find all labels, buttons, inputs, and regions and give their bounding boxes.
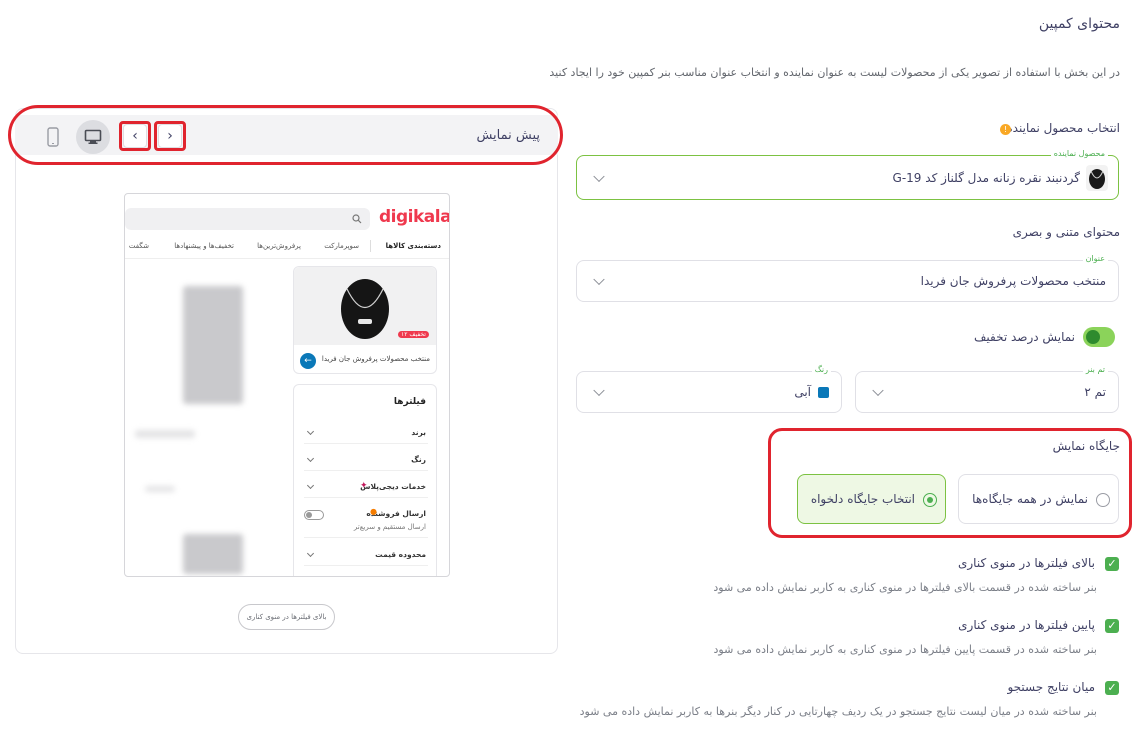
mock-nav-supermarket: سوپرمارکت	[324, 242, 359, 250]
plus-icon: ✦	[360, 481, 368, 491]
product-thumbnail	[1086, 165, 1108, 191]
mock-divider	[304, 497, 428, 498]
title-field-legend: عنوان	[1082, 254, 1108, 263]
chevron-down-icon	[306, 427, 315, 436]
content-heading: محتوای متنی و بصری	[1012, 225, 1120, 239]
position-3-title: میان نتایج جستجو	[1007, 680, 1095, 694]
position-1-desc: بنر ساخته شده در قسمت بالای فیلترها در م…	[713, 581, 1097, 594]
mock-blurred-text	[135, 430, 195, 438]
position-2-desc: بنر ساخته شده در قسمت پایین فیلترها در م…	[713, 643, 1097, 656]
mock-filter-plus: خدمات دیجی‌پلاس	[360, 482, 426, 491]
mock-search-bar	[125, 208, 370, 230]
mobile-view-button[interactable]	[47, 127, 59, 150]
position-1-title: بالای فیلترها در منوی کناری	[957, 556, 1095, 570]
mock-banner-card: ۱۲ تخفیف منتخب محصولات پرفروش جان فریدا …	[293, 266, 437, 374]
next-button[interactable]: ›	[158, 124, 182, 148]
product-select-value: گردنبند نقره زنانه مدل گلناز کد G-19	[892, 170, 1080, 185]
necklace-image	[341, 279, 389, 339]
placement-option-all-label: نمایش در همه جایگاه‌ها	[972, 492, 1088, 506]
mock-nav-border	[125, 258, 449, 259]
mock-nav-divider	[370, 240, 371, 252]
mock-divider	[304, 443, 428, 444]
color-select-legend: رنگ	[811, 365, 831, 374]
product-heading: انتخاب محصول نماینده	[1006, 121, 1120, 135]
chevron-down-icon	[306, 549, 315, 558]
preview-title: پیش نمایش	[476, 128, 540, 143]
color-select[interactable]: رنگ آبی	[576, 365, 842, 413]
mock-divider	[304, 537, 428, 538]
toggle-knob	[1086, 330, 1100, 344]
section-description: در این بخش با استفاده از تصویر یکی از مح…	[549, 66, 1120, 79]
placement-heading: جایگاه نمایش	[1052, 439, 1120, 453]
mock-logo: digikala	[379, 207, 450, 227]
mock-discount-badge: ۱۲ تخفیف	[398, 331, 429, 338]
chevron-down-icon	[593, 273, 605, 286]
info-icon[interactable]: !	[1000, 124, 1011, 135]
checkbox-position-2[interactable]: ✓	[1105, 619, 1119, 633]
prev-button[interactable]: ‹	[123, 124, 147, 148]
mobile-icon	[47, 127, 59, 147]
mock-toggle	[304, 510, 324, 520]
chevron-down-icon	[306, 481, 315, 490]
mock-nav-categories: دسته‌بندی کالاها	[385, 242, 441, 250]
checkbox-position-3[interactable]: ✓	[1105, 681, 1119, 695]
position-3-desc: بنر ساخته شده در میان لیست نتایج جستجو د…	[579, 705, 1097, 718]
theme-select-value: تم ۲	[1084, 385, 1106, 399]
title-field-value: منتخب محصولات پرفروش جان فریدا	[920, 274, 1106, 288]
mock-price-range: محدوده قیمت	[375, 550, 426, 559]
color-swatch	[818, 387, 829, 398]
mock-toggle-knob	[306, 512, 312, 518]
mock-seller-ship-desc: ارسال مستقیم و سریع‌تر	[353, 523, 426, 531]
mock-banner-title: منتخب محصولات پرفروش جان فریدا	[321, 355, 430, 363]
chevron-down-icon	[593, 170, 605, 182]
title-field[interactable]: عنوان منتخب محصولات پرفروش جان فریدا	[576, 254, 1119, 302]
mock-nav-bestsellers: پرفروش‌ترین‌ها	[257, 242, 301, 250]
checkbox-position-1[interactable]: ✓	[1105, 557, 1119, 571]
mock-divider	[304, 565, 428, 566]
mock-blurred-product	[183, 286, 243, 404]
mock-nav-offers: تخفیف‌ها و پیشنهادها	[174, 242, 234, 250]
discount-label: نمایش درصد تخفیف	[973, 330, 1075, 344]
chevron-down-icon	[872, 384, 884, 397]
mock-filters-title: فیلترها	[393, 397, 426, 407]
theme-select-legend: تم بنر	[1082, 365, 1108, 374]
mock-filter-color: رنگ	[411, 455, 426, 464]
seller-icon: ●	[370, 507, 377, 516]
chevron-down-icon	[593, 384, 605, 397]
position-2-title: پایین فیلترها در منوی کناری	[958, 618, 1095, 632]
arrow-left-icon[interactable]: ←	[300, 353, 316, 369]
color-select-value: آبی	[794, 385, 811, 399]
discount-toggle[interactable]	[1083, 327, 1115, 347]
placement-option-custom-label: انتخاب جایگاه دلخواه	[810, 492, 915, 506]
radio-all[interactable]	[1096, 493, 1110, 507]
section-title: محتوای کمپین	[1038, 16, 1120, 32]
chevron-down-icon	[306, 454, 315, 463]
search-icon	[352, 214, 362, 224]
radio-custom[interactable]	[923, 493, 937, 507]
desktop-icon	[84, 129, 102, 144]
mock-filters-card: فیلترها برند رنگ خدمات دیجی‌پلاس ✦ ارسال…	[293, 384, 437, 576]
desktop-view-button[interactable]	[76, 120, 110, 154]
preview-caption-pill: بالای فیلترها در منوی کناری	[238, 604, 335, 630]
placement-option-all[interactable]: نمایش در همه جایگاه‌ها	[958, 474, 1119, 524]
placement-option-custom[interactable]: انتخاب جایگاه دلخواه	[797, 474, 946, 524]
product-select-legend: محصول نماینده	[1050, 149, 1108, 158]
mock-nav-amazing: شگفت	[128, 242, 149, 250]
mock-filter-brand: برند	[411, 428, 426, 437]
theme-select[interactable]: تم بنر تم ۲	[855, 365, 1119, 413]
preview-mockup: digikala دسته‌بندی کالاها سوپرمارکت پرفر…	[124, 193, 450, 577]
product-select[interactable]: محصول نماینده گردنبند نقره زنانه مدل گلن…	[576, 149, 1119, 200]
mock-blurred-text	[145, 486, 175, 492]
mock-blurred-product	[183, 534, 243, 574]
mock-divider	[304, 470, 428, 471]
